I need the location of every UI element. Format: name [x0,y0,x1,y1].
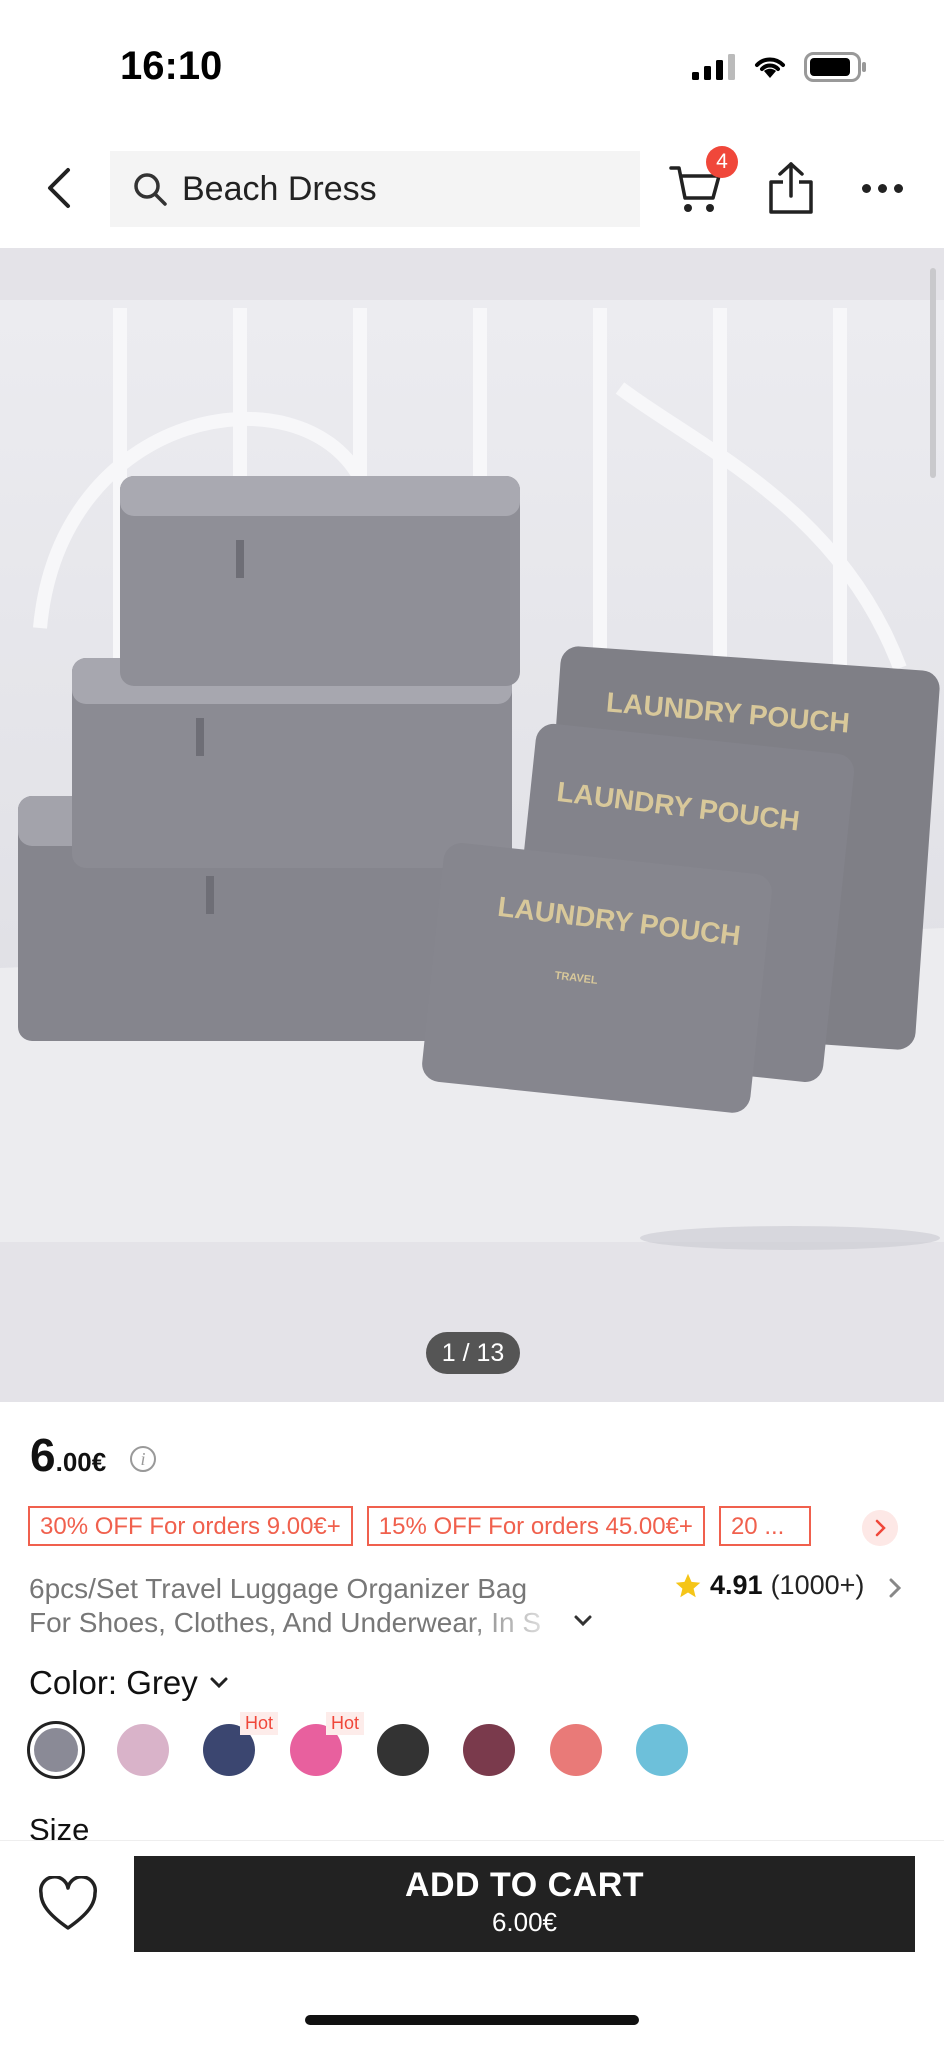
coupon-list: 30% OFF For orders 9.00€+ 15% OFF For or… [28,1506,811,1546]
coupon-tag[interactable]: 20 ... [718,1506,811,1546]
review-count: (1000+) [770,1570,865,1600]
cart-count-badge: 4 [706,146,738,178]
swatch-black[interactable] [377,1724,429,1776]
search-icon [134,173,167,206]
gallery-scrollbar[interactable] [930,268,936,478]
home-indicator[interactable] [305,2015,639,2025]
swatch-grey[interactable] [27,1721,85,1779]
coupon-tag[interactable]: 30% OFF For orders 9.00€+ [28,1506,353,1546]
star-icon [675,1573,701,1597]
more-options-icon[interactable] [862,184,903,193]
add-to-cart-label: ADD TO CART [404,1866,645,1904]
coupon-tag[interactable]: 15% OFF For orders 45.00€+ [366,1506,705,1546]
hot-badge: Hot [326,1712,365,1735]
color-label-text: Color: Grey [29,1664,198,1701]
rating-score: 4.91 [710,1570,763,1600]
hot-badge: Hot [240,1712,279,1735]
back-arrow-icon[interactable] [38,166,82,210]
add-to-cart-button[interactable]: ADD TO CART 6.00€ [134,1856,915,1952]
chevron-right-icon[interactable] [862,1510,898,1546]
signal-icon [692,54,735,80]
product-rating[interactable]: 4.91 (1000+) [674,1570,864,1601]
swatch-burgundy[interactable] [463,1724,515,1776]
chevron-down-icon[interactable] [572,1610,594,1632]
product-image: LAUNDRY POUCH LAUNDRY POUCH LAUNDRY POUC… [0,248,944,1402]
swatch-coral[interactable] [550,1724,602,1776]
chevron-right-icon[interactable] [884,1576,906,1600]
product-title[interactable]: 6pcs/Set Travel Luggage Organizer Bag Fo… [29,1572,589,1640]
status-time: 16:10 [120,44,223,88]
price-decimal: .00€ [55,1447,107,1477]
search-bar[interactable]: Beach Dress [110,151,640,227]
swatch-sky-blue[interactable] [636,1724,688,1776]
price-integer: 6 [30,1429,56,1481]
title-line-1: 6pcs/Set Travel Luggage Organizer Bag [29,1573,528,1604]
title-line-2: For Shoes, Clothes, And Underwear, In S [29,1607,542,1638]
swatch-pink[interactable] [117,1724,169,1776]
image-pager: 1 / 13 [426,1332,520,1374]
color-selector-label[interactable]: Color: Grey [29,1664,234,1702]
share-icon[interactable] [766,160,816,216]
battery-icon [804,52,866,82]
wifi-icon [755,57,785,78]
wishlist-heart-icon[interactable] [38,1876,98,1932]
search-query: Beach Dress [182,169,377,208]
chevron-down-icon [210,1677,228,1689]
add-to-cart-price: 6.00€ [491,1907,558,1937]
product-image-gallery[interactable]: LAUNDRY POUCH LAUNDRY POUCH LAUNDRY POUC… [0,248,944,1402]
product-price: 6.00€ [30,1428,106,1482]
price-info-icon[interactable]: i [130,1446,156,1472]
status-icons [692,52,868,82]
